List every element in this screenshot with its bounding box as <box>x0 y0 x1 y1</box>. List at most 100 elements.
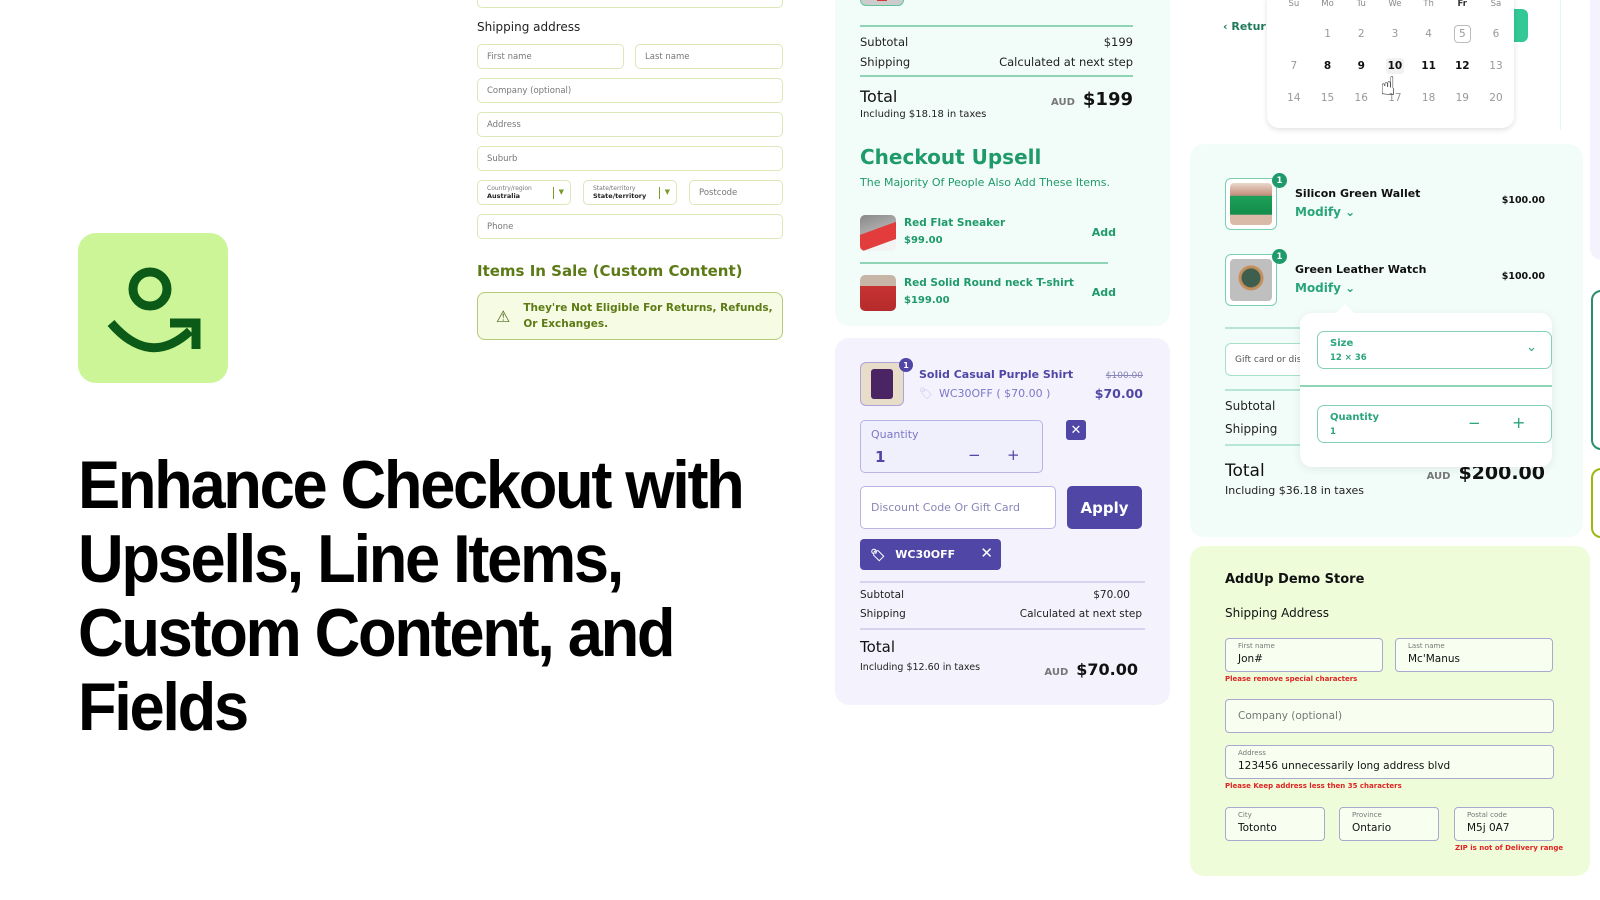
calendar-day[interactable]: 9 <box>1344 50 1378 82</box>
apply-button[interactable]: Apply <box>1067 486 1142 529</box>
date-picker: Su Mo Tu We Th Fr Sa 1 2 3 4 5 6 7 8 9 10 11 12 13 14 15 16 17… <box>1267 0 1514 128</box>
state-label: State/territory <box>593 185 636 192</box>
remove-code-button[interactable]: ✕ <box>980 544 993 562</box>
applied-discount-line: 🏷 WC30OFF ( $70.00 ) <box>919 387 1051 400</box>
upsell-heading: Checkout Upsell <box>860 145 1042 169</box>
original-price: $100.00 <box>1105 371 1143 381</box>
upsell-card: Subtotal $199 Shipping Calculated at nex… <box>835 0 1170 326</box>
calendar-day <box>1277 18 1311 50</box>
quantity-stepper[interactable]: Quantity 1 − + <box>1317 405 1552 443</box>
state-value: State/territory <box>593 192 647 200</box>
weekday-label: Th <box>1423 0 1434 9</box>
product-thumbnail <box>860 362 904 406</box>
postcode-input[interactable]: Postcode <box>689 180 783 205</box>
first-name-input[interactable]: First name Jon# <box>1225 638 1383 672</box>
weekday-label: Su <box>1288 0 1300 9</box>
add-upsell-button[interactable]: Add <box>1092 286 1116 299</box>
modify-dropdown[interactable]: Modify ⌄ <box>1295 281 1355 295</box>
modify-dropdown[interactable]: Modify ⌄ <box>1295 205 1355 219</box>
calendar-day[interactable]: 12 <box>1445 50 1479 82</box>
remove-item-button[interactable]: ✕ <box>1066 420 1086 440</box>
add-upsell-button[interactable]: Add <box>1092 226 1116 239</box>
addup-logo-icon <box>107 267 201 353</box>
country-value: Australia <box>487 192 521 200</box>
hero-title: Enhance Checkout with Upsells, Line Item… <box>78 447 745 745</box>
quantity-badge: 1 <box>1272 173 1287 188</box>
calendar-day: 20 <box>1489 92 1503 104</box>
offscreen-card <box>1591 468 1600 538</box>
address-input[interactable]: Address <box>477 112 783 137</box>
upsell-item: Red Solid Round neck T-shirt $199.00 Add <box>860 275 1116 315</box>
calendar-day: 6 <box>1492 28 1500 40</box>
increment-button[interactable]: + <box>1007 446 1020 464</box>
discounted-price: $70.00 <box>1094 386 1143 401</box>
total-value: AUD $70.00 <box>1044 660 1138 679</box>
total-label: Total <box>860 638 896 656</box>
decrement-button[interactable]: − <box>968 446 981 464</box>
postal-code-input[interactable]: Postal code M5j 0A7 <box>1454 807 1554 841</box>
state-select[interactable]: State/territory State/territory ▼ <box>583 180 677 205</box>
first-name-input[interactable]: First name <box>477 44 624 69</box>
upsell-item-price: $99.00 <box>904 235 943 246</box>
discount-code-input[interactable]: Discount Code Or Gift Card <box>860 486 1056 529</box>
phone-input[interactable]: Phone <box>477 214 783 239</box>
country-select[interactable]: Country/region Australia ▼ <box>477 180 571 205</box>
offscreen-card <box>1591 290 1600 450</box>
quantity-badge: 1 <box>899 358 913 372</box>
address-input[interactable]: Address 123456 unnecessarily long address… <box>1225 745 1554 779</box>
calendar-day[interactable]: 8 <box>1311 50 1345 82</box>
address-validation-card: AddUp Demo Store Shipping Address First … <box>1190 546 1590 876</box>
calendar-day: 16 <box>1354 92 1368 104</box>
quantity-stepper[interactable]: Quantity 1 − + <box>860 420 1043 473</box>
company-input[interactable]: Company (optional) <box>1225 699 1554 733</box>
taxes-note: Including $18.18 in taxes <box>860 109 987 120</box>
calendar-day: 15 <box>1320 92 1335 104</box>
calendar-day: 19 <box>1455 92 1469 104</box>
applied-code-chip: 🏷 WC30OFF ✕ <box>860 539 1001 570</box>
weekday-label: We <box>1388 0 1402 9</box>
decrement-button[interactable]: − <box>1468 414 1481 432</box>
return-link[interactable]: ‹ Retur <box>1223 20 1266 33</box>
calendar-day: 5 <box>1445 18 1479 50</box>
shipping-heading: Shipping address <box>477 20 581 34</box>
product-thumbnail <box>860 0 904 6</box>
previous-field[interactable] <box>477 0 783 8</box>
modify-popover: Size 12 × 36 ⌄ Quantity 1 − + <box>1300 304 1552 467</box>
line-item-name: Green Leather Watch <box>1295 263 1427 276</box>
size-label: Size <box>1330 338 1354 349</box>
weekday-label: Tu <box>1356 0 1366 9</box>
size-select[interactable]: Size 12 × 36 ⌄ <box>1317 331 1552 369</box>
quantity-badge: 1 <box>1272 249 1287 264</box>
calendar-day: 14 <box>1287 92 1301 104</box>
product-name: Solid Casual Purple Shirt <box>919 368 1074 381</box>
line-item: 1 Green Leather Watch Modify ⌄ $100.00 <box>1225 249 1545 306</box>
product-image <box>860 215 896 251</box>
company-input[interactable]: Company (optional) <box>477 78 783 103</box>
suburb-input[interactable]: Suburb <box>477 146 783 171</box>
discount-tag-icon: 🏷 <box>919 387 933 400</box>
last-name-input[interactable]: Last name Mc'Manus <box>1395 638 1553 672</box>
quantity-value: 1 <box>1330 427 1336 437</box>
line-item-discount-card: 1 Solid Casual Purple Shirt 🏷 WC30OFF ( $… <box>835 338 1170 705</box>
store-name: AddUp Demo Store <box>1225 572 1365 587</box>
increment-button[interactable]: + <box>1512 413 1525 432</box>
weekday-label: Mo <box>1321 0 1334 9</box>
calendar-day: 13 <box>1489 60 1503 72</box>
discount-tag-icon: 🏷 <box>870 547 886 562</box>
hand-pointer-icon: ☝ <box>1380 72 1396 102</box>
line-item: 1 Silicon Green Wallet Modify ⌄ $100.00 <box>1225 173 1545 230</box>
custom-content-title: Items In Sale (Custom Content) <box>477 262 743 280</box>
caret-down-icon: ▼ <box>664 188 670 196</box>
weekday-header: Su Mo Tu We Th Fr Sa <box>1277 0 1513 9</box>
shipping-label: Shipping <box>860 55 911 69</box>
calendar-day[interactable]: 11 <box>1412 50 1446 82</box>
province-input[interactable]: Province Ontario <box>1339 807 1439 841</box>
line-item-price: $100.00 <box>1501 195 1545 206</box>
calendar-day: 1 <box>1324 28 1331 40</box>
chevron-down-icon: ⌄ <box>1526 340 1537 355</box>
custom-content-message: They're Not Eligible For Returns, Refund… <box>523 302 773 330</box>
line-item-name: Silicon Green Wallet <box>1295 187 1421 200</box>
city-input[interactable]: City Totonto <box>1225 807 1325 841</box>
last-name-input[interactable]: Last name <box>635 44 783 69</box>
product-image <box>860 275 896 311</box>
